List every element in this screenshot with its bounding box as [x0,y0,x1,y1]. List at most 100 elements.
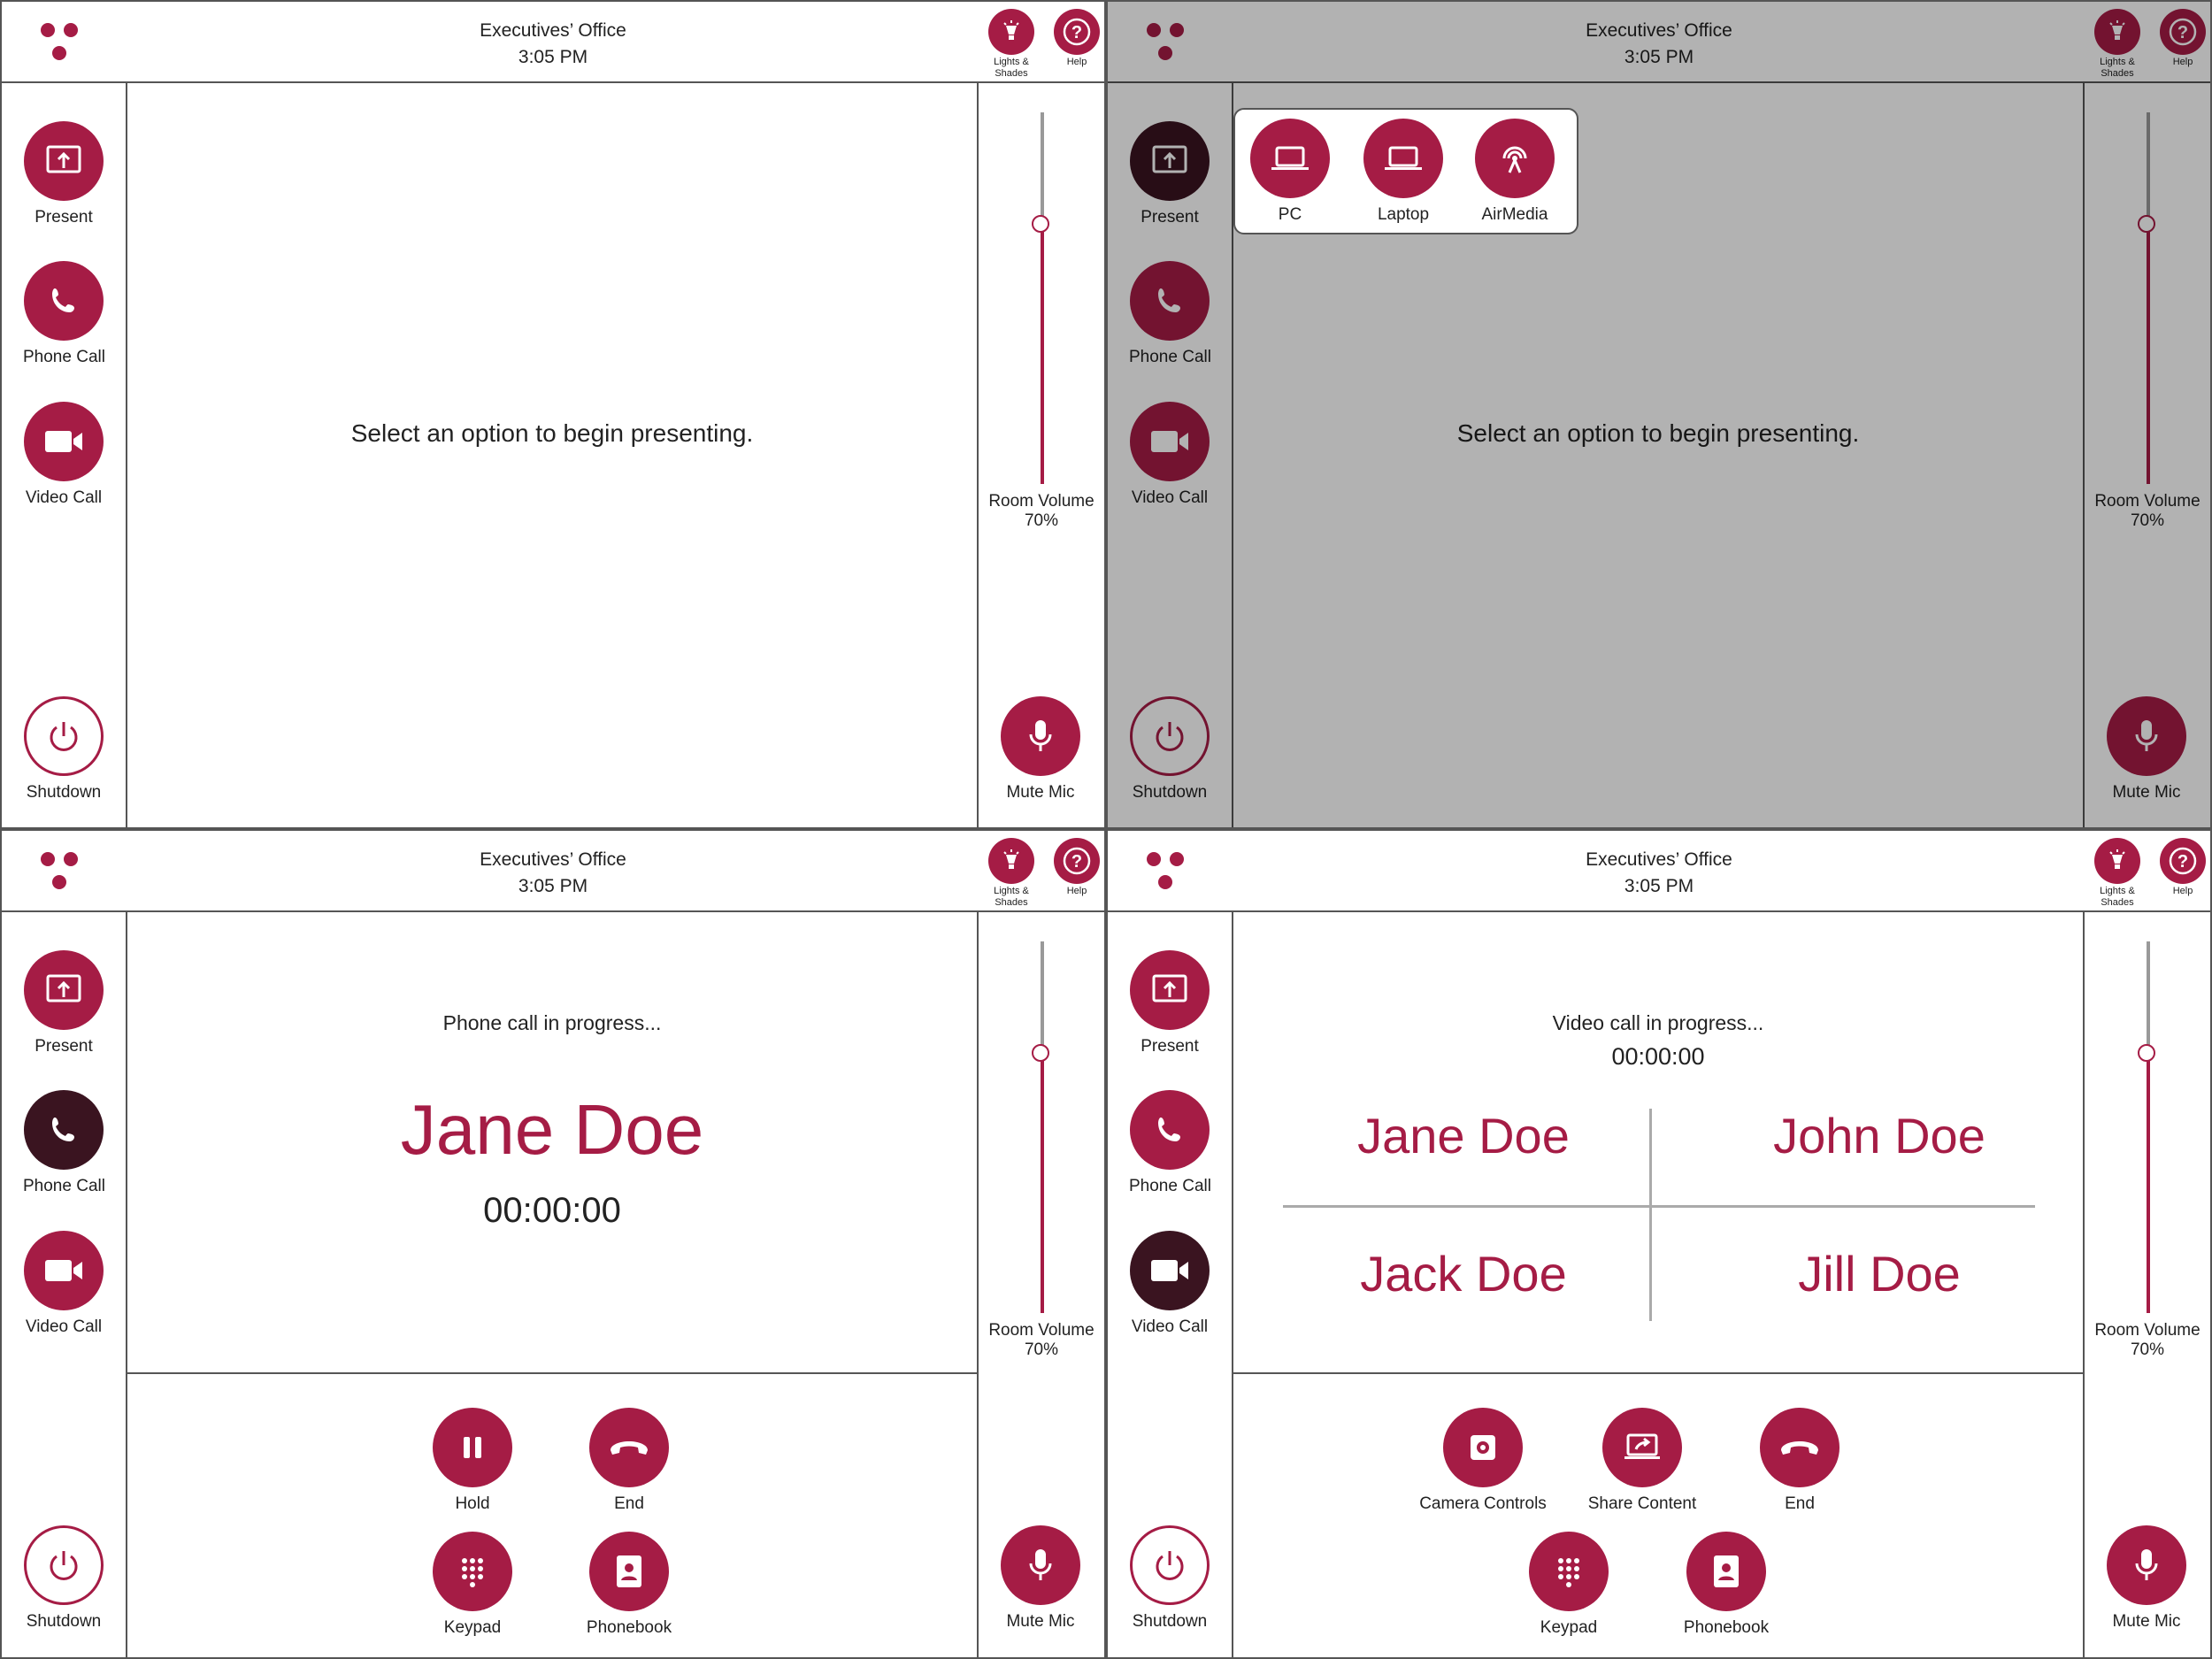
main-area: Phone call in progress... Jane Doe 00:00… [127,912,977,1657]
shutdown-label: Shutdown [26,783,102,802]
video-call-label: Video Call [25,488,103,507]
volume-handle[interactable] [1032,215,1049,233]
airmedia-icon [1502,146,1527,173]
source-pc-label: PC [1278,205,1302,224]
keypad-icon [462,1558,483,1587]
lights-shades-button[interactable]: Lights & Shades [2093,838,2141,909]
video-call-label: Video Call [25,1317,103,1336]
video-call-label: Video Call [1131,1317,1209,1336]
microphone-icon [2135,1549,2158,1580]
panel-phone-call: Executives’ Office 3:05 PM Lights & Shade… [0,829,1106,1659]
phone-call-button[interactable]: Phone Call [23,261,105,367]
keypad-button[interactable]: Keypad [419,1532,526,1638]
mute-mic-button[interactable]: Mute Mic [1000,1525,1081,1632]
present-label: Present [35,208,93,227]
power-icon [50,1551,78,1580]
keypad-label: Keypad [443,1618,502,1637]
phone-call-button[interactable]: Phone Call [1129,1090,1211,1196]
volume-handle[interactable] [1032,1044,1049,1062]
source-airmedia-label: AirMedia [1481,205,1548,224]
volume-panel: Room Volume 70% Mute Mic [977,912,1104,1657]
lights-label: Lights & Shades [994,886,1029,908]
help-button[interactable]: ? Help [1053,838,1101,897]
participant-tile[interactable]: Jane Doe [1278,1107,1649,1164]
lamp-icon [1003,849,1019,869]
lights-shades-button[interactable]: Lights & Shades [987,9,1035,80]
end-call-button[interactable]: End [1747,1408,1853,1514]
present-button[interactable]: Present [23,950,104,1056]
shutdown-button[interactable]: Shutdown [23,1525,104,1632]
clock: 3:05 PM [518,47,588,67]
participant-tile[interactable]: John Doe [1694,1107,2065,1164]
video-call-button[interactable]: Video Call [1129,1231,1210,1337]
hang-up-icon [611,1441,648,1455]
caller-name: Jane Doe [400,1090,704,1169]
panel-present-idle: Executives’ Office 3:05 PM Lights & Shade… [0,0,1106,829]
call-controls-divider [1233,1372,2083,1374]
help-button[interactable]: ? Help [2159,838,2207,897]
keypad-button[interactable]: Keypad [1516,1532,1622,1638]
call-status: Video call in progress... [1552,1011,1764,1034]
phonebook-label: Phonebook [586,1618,672,1637]
volume-panel: Room Volume 70% Mute Mic [977,83,1104,827]
phonebook-button[interactable]: Phonebook [576,1532,682,1638]
grid-vertical-line [1649,1109,1652,1321]
room-name: Executives’ Office [1586,849,1732,870]
source-laptop-button[interactable]: Laptop [1350,119,1456,225]
volume-value: 70% [1024,1340,1059,1359]
mute-mic-button[interactable]: Mute Mic [2106,1525,2187,1632]
clock: 3:05 PM [518,876,588,896]
mute-mic-label: Mute Mic [1006,783,1075,802]
phone-icon [1158,1118,1180,1141]
volume-label: Room Volume [2094,1321,2200,1340]
panel-video-call: Executives’ Office 3:05 PM Lights & Shade… [1106,829,2212,1659]
shutdown-button[interactable]: Shutdown [1129,1525,1210,1632]
video-call-button[interactable]: Video Call [23,1231,104,1337]
lights-shades-button[interactable]: Lights & Shades [987,838,1035,909]
volume-slider[interactable] [1032,112,1049,484]
shutdown-label: Shutdown [1132,1612,1208,1631]
room-title: Executives’ Office 3:05 PM [1108,847,2210,900]
hold-button[interactable]: Hold [419,1408,526,1514]
shutdown-label: Shutdown [26,1612,102,1631]
phonebook-label: Phonebook [1683,1618,1770,1637]
room-title: Executives’ Office 3:05 PM [2,847,1104,900]
hang-up-icon [1781,1441,1818,1455]
power-icon [1156,1551,1184,1580]
help-label: Help [1066,57,1087,67]
source-pc-button[interactable]: PC [1237,119,1343,225]
shutdown-button[interactable]: Shutdown [23,696,104,803]
participant-tile[interactable]: Jack Doe [1278,1245,1649,1302]
header: Executives’ Office 3:05 PM Lights & Shade… [2,2,1104,83]
end-call-label: End [1785,1494,1815,1513]
volume-slider[interactable] [1032,941,1049,1313]
volume-slider[interactable] [2138,941,2155,1313]
phone-call-button[interactable]: Phone Call [23,1090,105,1196]
laptop-icon [1271,146,1309,170]
lights-label: Lights & Shades [2100,886,2135,908]
camera-controls-button[interactable]: Camera Controls [1394,1408,1571,1514]
phonebook-icon [617,1555,641,1587]
volume-handle[interactable] [2138,1044,2155,1062]
share-content-button[interactable]: Share Content [1554,1408,1731,1514]
keypad-label: Keypad [1540,1618,1598,1637]
end-call-label: End [614,1494,644,1513]
volume-fill [1041,224,1044,484]
phonebook-button[interactable]: Phonebook [1673,1532,1779,1638]
present-button[interactable]: Present [1129,950,1210,1056]
power-icon [50,722,78,751]
phone-call-label: Phone Call [1129,1177,1211,1195]
source-airmedia-button[interactable]: AirMedia [1462,119,1568,225]
video-call-button[interactable]: Video Call [23,402,104,508]
mute-mic-button[interactable]: Mute Mic [1000,696,1081,803]
volume-label: Room Volume [988,1321,1094,1340]
present-label: Present [1141,1037,1199,1056]
participant-tile[interactable]: Jill Doe [1694,1245,2065,1302]
mute-mic-label: Mute Mic [1006,1612,1075,1631]
help-button[interactable]: ? Help [1053,9,1101,68]
volume-readout: Room Volume 70% [2085,1321,2210,1360]
sidebar: Present Phone Call Video Call Shutdown [2,83,127,827]
end-call-button[interactable]: End [576,1408,682,1514]
present-button[interactable]: Present [23,121,104,227]
prompt-text: Select an option to begin presenting. [350,419,754,447]
